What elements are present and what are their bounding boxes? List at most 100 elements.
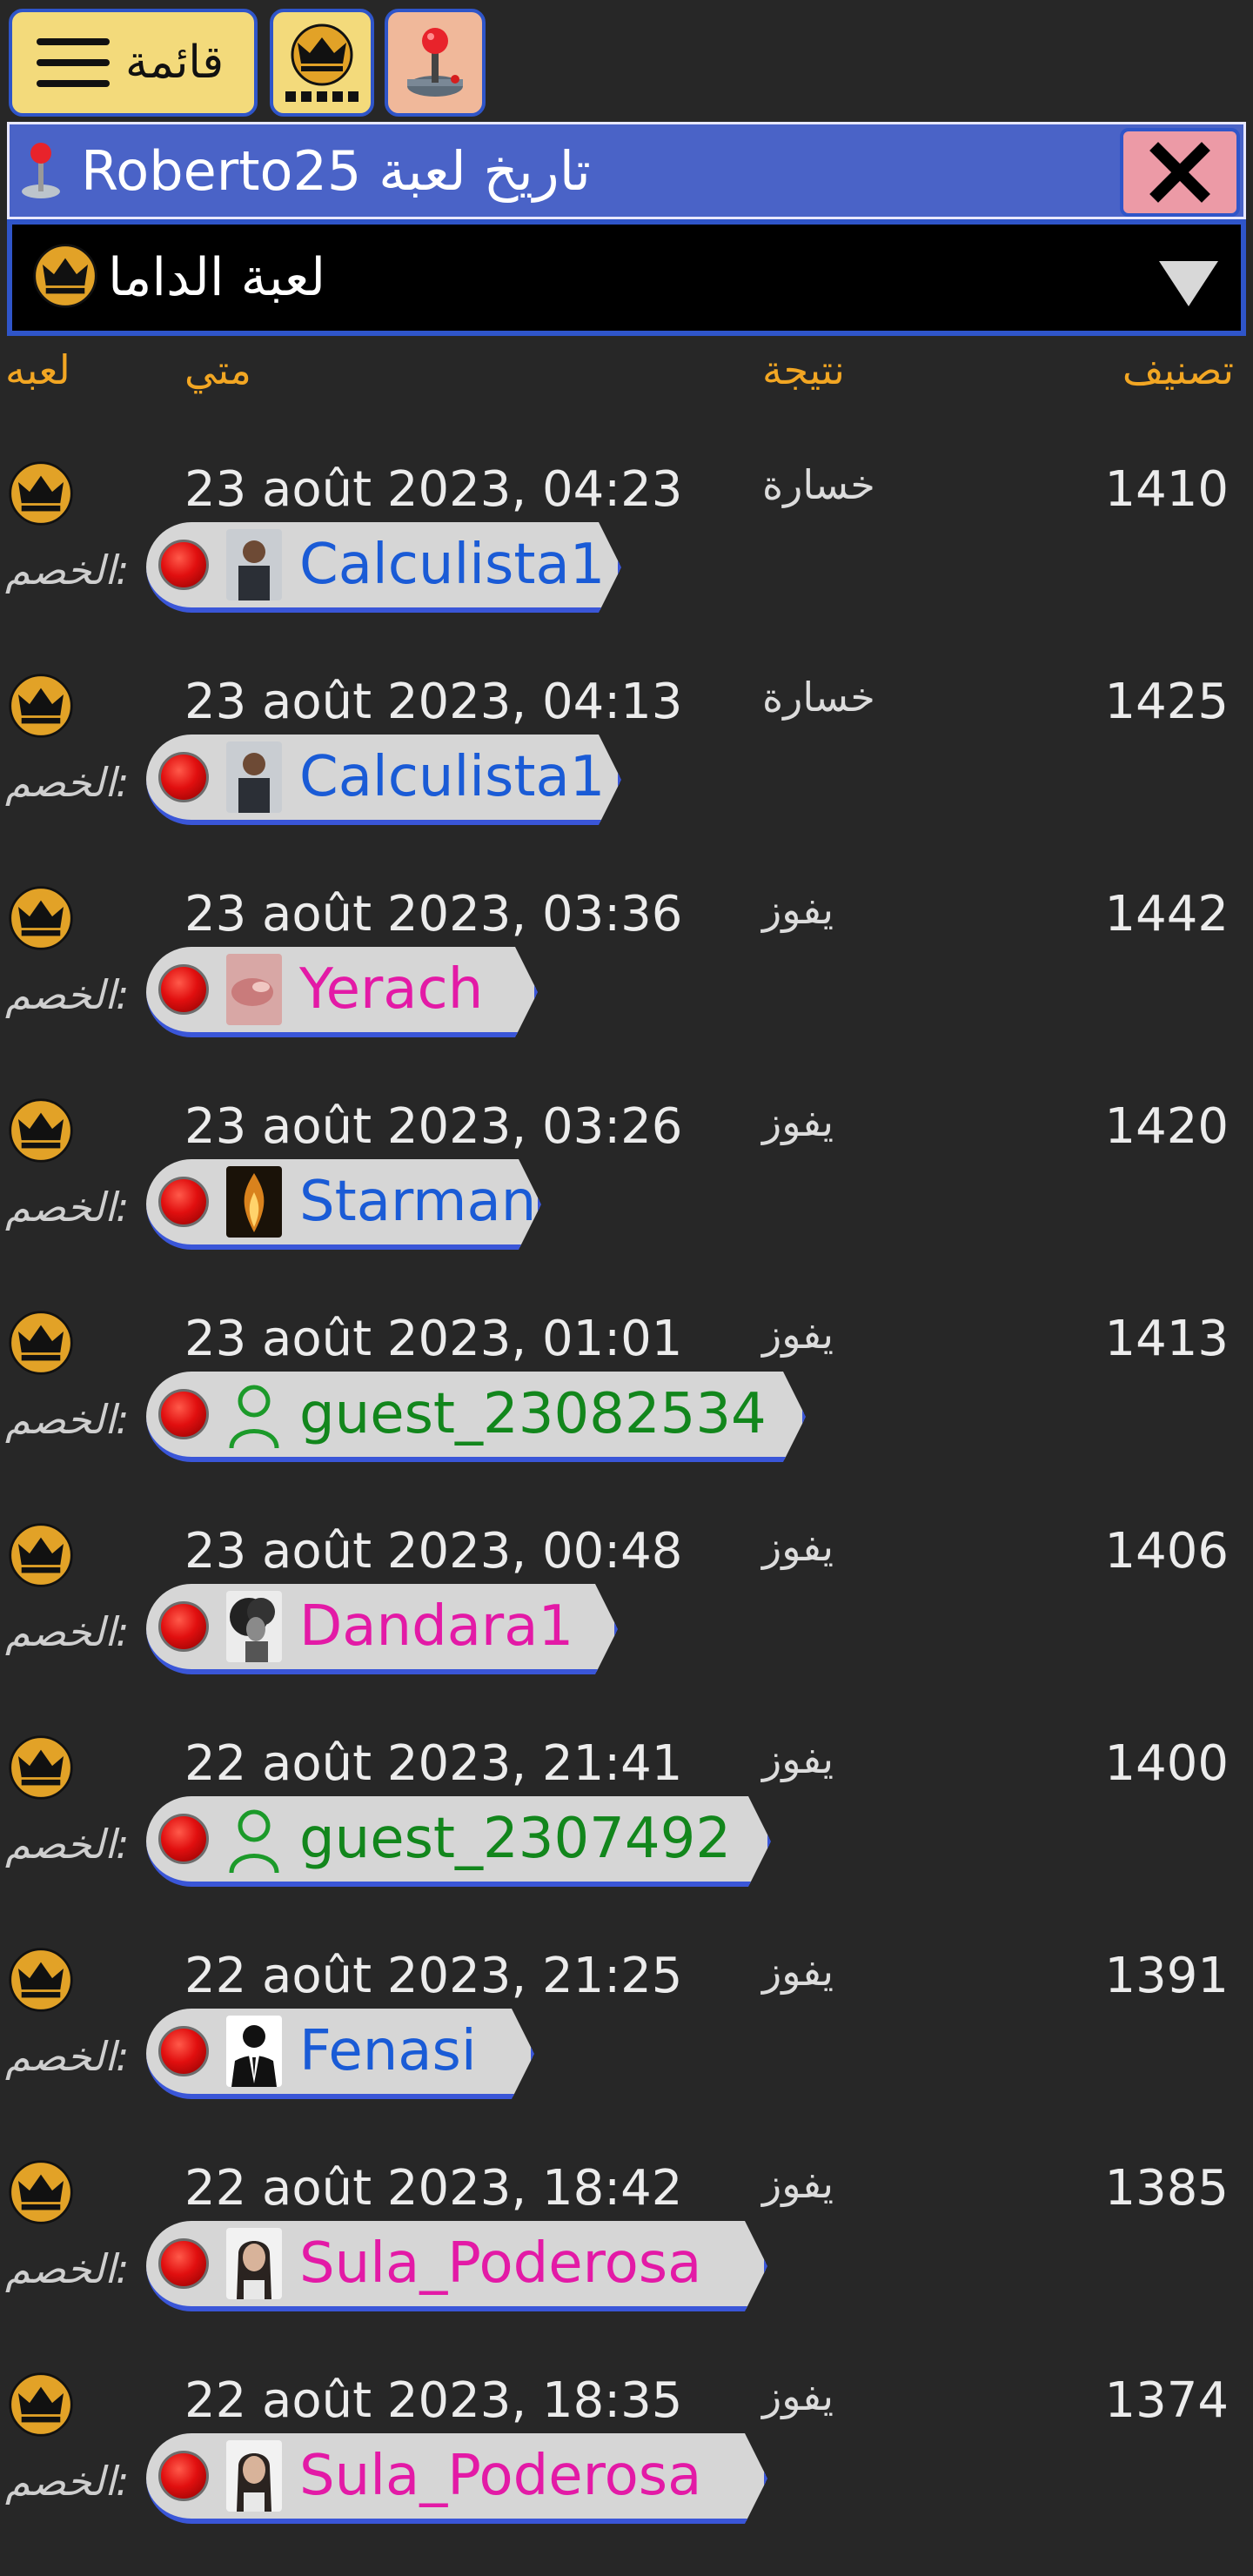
opponent-label: الخصم: <box>5 1184 130 1231</box>
crown-icon <box>7 1521 75 1593</box>
opponent-chip[interactable]: Fenasi <box>146 2009 534 2099</box>
game-date: 23 août 2023, 03:26 <box>184 1098 683 1155</box>
game-result: يفوز <box>762 1735 834 1782</box>
status-dot-icon <box>158 1601 209 1652</box>
column-header-result: نتيجة <box>762 346 845 393</box>
opponent-label: الخصم: <box>5 2245 130 2292</box>
avatar <box>226 1166 282 1238</box>
opponent-chip[interactable]: Sula_Poderosa <box>146 2221 767 2311</box>
opponent-name[interactable]: Dandara1 <box>299 1594 573 1659</box>
history-row[interactable]: 23 août 2023, 04:13 خسارة 1425 الخصم: Calcul… <box>0 647 1253 860</box>
opponent-name[interactable]: Starman <box>299 1170 536 1234</box>
game-result: يفوز <box>762 2160 834 2207</box>
crown-icon <box>7 1946 75 2017</box>
opponent-name[interactable]: Fenasi <box>299 2019 477 2083</box>
game-result: يفوز <box>762 1948 834 1995</box>
opponent-label: الخصم: <box>5 1396 130 1443</box>
game-date: 23 août 2023, 04:23 <box>184 461 683 518</box>
status-dot-icon <box>158 540 209 590</box>
opponent-chip[interactable]: Starman <box>146 1159 541 1250</box>
opponent-chip[interactable]: Yerach <box>146 947 538 1037</box>
opponent-label: الخصم: <box>5 2458 130 2505</box>
game-result: يفوز <box>762 1311 834 1358</box>
status-dot-icon <box>158 1389 209 1439</box>
status-dot-icon <box>158 2026 209 2076</box>
close-icon <box>1149 142 1210 203</box>
game-rating: 1410 <box>1104 461 1229 518</box>
crown-icon <box>31 242 99 313</box>
crown-icon <box>7 884 75 956</box>
dropdown-arrow-icon <box>1159 261 1218 306</box>
game-date: 22 août 2023, 18:35 <box>184 2372 683 2429</box>
column-header-game: لعبه <box>5 346 70 393</box>
game-rating: 1385 <box>1104 2160 1229 2217</box>
hamburger-icon <box>37 38 110 87</box>
avatar <box>226 2228 282 2299</box>
close-button[interactable] <box>1120 128 1240 217</box>
avatar <box>226 1591 282 1662</box>
game-rating: 1413 <box>1104 1311 1229 1367</box>
opponent-chip[interactable]: Calculista1 <box>146 522 621 613</box>
menu-button[interactable]: قائمة <box>9 9 258 117</box>
opponent-name[interactable]: Calculista1 <box>299 745 605 809</box>
crown-icon <box>7 672 75 743</box>
game-date: 22 août 2023, 21:25 <box>184 1948 683 2004</box>
game-date: 22 août 2023, 21:41 <box>184 1735 683 1792</box>
opponent-label: الخصم: <box>5 1821 130 1868</box>
page-title: Roberto25 تاريخ لعبة <box>81 138 591 203</box>
history-row[interactable]: 23 août 2023, 01:01 يفوز 1413 الخصم: guest_2… <box>0 1285 1253 1497</box>
game-result: يفوز <box>762 2372 834 2419</box>
joystick-icon <box>407 28 463 97</box>
crown-button[interactable] <box>270 9 374 117</box>
opponent-label: الخصم: <box>5 2033 130 2080</box>
history-row[interactable]: 23 août 2023, 03:36 يفوز 1442 الخصم: Yerach <box>0 860 1253 1072</box>
title-bar: Roberto25 تاريخ لعبة <box>7 122 1246 219</box>
opponent-chip[interactable]: Sula_Poderosa <box>146 2433 767 2524</box>
game-date: 23 août 2023, 04:13 <box>184 674 683 730</box>
history-row[interactable]: 22 août 2023, 18:35 يفوز 1374 الخصم: Sula_Po… <box>0 2346 1253 2559</box>
opponent-name[interactable]: Sula_Poderosa <box>299 2444 701 2508</box>
game-result: خسارة <box>762 674 875 721</box>
status-dot-icon <box>158 1814 209 1864</box>
status-dot-icon <box>158 1177 209 1227</box>
opponent-name[interactable]: Sula_Poderosa <box>299 2231 701 2296</box>
top-toolbar: قائمة <box>0 0 1253 122</box>
history-row[interactable]: 22 août 2023, 21:41 يفوز 1400 الخصم: guest_2… <box>0 1709 1253 1922</box>
avatar <box>226 529 282 600</box>
game-rating: 1420 <box>1104 1098 1229 1155</box>
history-row[interactable]: 23 août 2023, 03:26 يفوز 1420 الخصم: Starman <box>0 1072 1253 1285</box>
avatar <box>226 2440 282 2512</box>
opponent-name[interactable]: guest_2307492 <box>299 1807 731 1871</box>
history-row[interactable]: 22 août 2023, 18:42 يفوز 1385 الخصم: Sula_Po… <box>0 2134 1253 2346</box>
opponent-label: الخصم: <box>5 1608 130 1655</box>
game-date: 23 août 2023, 00:48 <box>184 1523 683 1580</box>
crown-icon <box>7 1309 75 1380</box>
opponent-name[interactable]: Yerach <box>299 957 483 1022</box>
game-result: يفوز <box>762 1098 834 1145</box>
history-row[interactable]: 23 août 2023, 00:48 يفوز 1406 الخصم: Dandara… <box>0 1497 1253 1709</box>
opponent-chip[interactable]: guest_2307492 <box>146 1796 771 1887</box>
board-dots-icon <box>285 91 358 102</box>
opponent-chip[interactable]: guest_23082534 <box>146 1372 806 1462</box>
avatar <box>226 2016 282 2087</box>
game-rating: 1374 <box>1104 2372 1229 2429</box>
opponent-chip[interactable]: Dandara1 <box>146 1584 618 1674</box>
game-rating: 1406 <box>1104 1523 1229 1580</box>
game-select[interactable]: لعبة الداما <box>7 219 1246 336</box>
opponent-name[interactable]: guest_23082534 <box>299 1382 767 1446</box>
history-row[interactable]: 22 août 2023, 21:25 يفوز 1391 الخصم: Fenasi <box>0 1922 1253 2134</box>
status-dot-icon <box>158 2451 209 2501</box>
crown-icon <box>7 2371 75 2442</box>
crown-icon <box>7 460 75 531</box>
opponent-name[interactable]: Calculista1 <box>299 533 605 597</box>
history-row[interactable]: 23 août 2023, 04:23 خسارة 1410 الخصم: Calcul… <box>0 435 1253 647</box>
avatar <box>226 1379 282 1450</box>
opponent-chip[interactable]: Calculista1 <box>146 735 621 825</box>
game-result: يفوز <box>762 1523 834 1570</box>
game-select-value: لعبة الداما <box>108 247 326 308</box>
status-dot-icon <box>158 964 209 1015</box>
avatar <box>226 741 282 813</box>
avatar <box>226 954 282 1025</box>
game-rating: 1391 <box>1104 1948 1229 2004</box>
joystick-button[interactable] <box>385 9 486 117</box>
